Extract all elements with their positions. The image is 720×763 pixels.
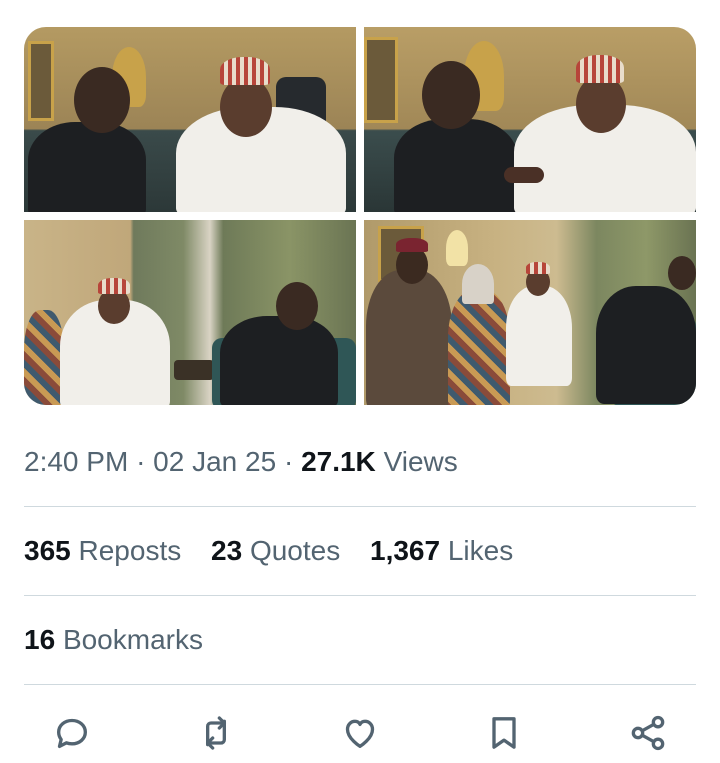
post-detail: 2:40 PM · 02 Jan 25 · 27.1K Views 365 Re… — [0, 0, 720, 763]
media-grid — [24, 27, 696, 405]
bookmarks-count: 16 — [24, 624, 56, 655]
reposts-stat[interactable]: 365 Reposts — [24, 535, 181, 567]
post-date[interactable]: 02 Jan 25 — [153, 446, 276, 477]
quotes-stat[interactable]: 23 Quotes — [211, 535, 340, 567]
separator: · — [283, 446, 294, 477]
reposts-label: Reposts — [78, 535, 182, 566]
photo-4[interactable] — [364, 220, 696, 405]
photo-2[interactable] — [364, 27, 696, 212]
bookmark-icon — [492, 717, 516, 749]
photo-3[interactable] — [24, 220, 356, 405]
repost-icon — [206, 716, 226, 750]
action-bar — [0, 708, 720, 758]
bookmarks-label: Bookmarks — [62, 624, 203, 655]
photo-1[interactable] — [24, 27, 356, 212]
divider — [24, 684, 696, 685]
share-button[interactable] — [623, 708, 673, 758]
reposts-count: 365 — [24, 535, 71, 566]
like-button[interactable] — [335, 708, 385, 758]
views-count: 27.1K — [301, 446, 376, 477]
divider — [24, 595, 696, 596]
divider — [24, 506, 696, 507]
engagement-stats: 365 Reposts 23 Quotes 1,367 Likes — [24, 535, 535, 567]
likes-label: Likes — [447, 535, 514, 566]
quotes-label: Quotes — [249, 535, 341, 566]
views-label: Views — [383, 446, 458, 477]
share-icon — [631, 715, 665, 751]
post-timestamp-line: 2:40 PM · 02 Jan 25 · 27.1K Views — [24, 446, 458, 478]
reply-button[interactable] — [47, 708, 97, 758]
post-time[interactable]: 2:40 PM — [24, 446, 128, 477]
bookmark-button[interactable] — [479, 708, 529, 758]
separator: · — [136, 446, 146, 477]
reply-icon — [57, 718, 88, 748]
repost-button[interactable] — [191, 708, 241, 758]
like-icon — [345, 719, 375, 748]
likes-count: 1,367 — [370, 535, 441, 566]
quotes-count: 23 — [211, 535, 243, 566]
likes-stat[interactable]: 1,367 Likes — [370, 535, 513, 567]
bookmarks-stat[interactable]: 16 Bookmarks — [24, 624, 225, 656]
